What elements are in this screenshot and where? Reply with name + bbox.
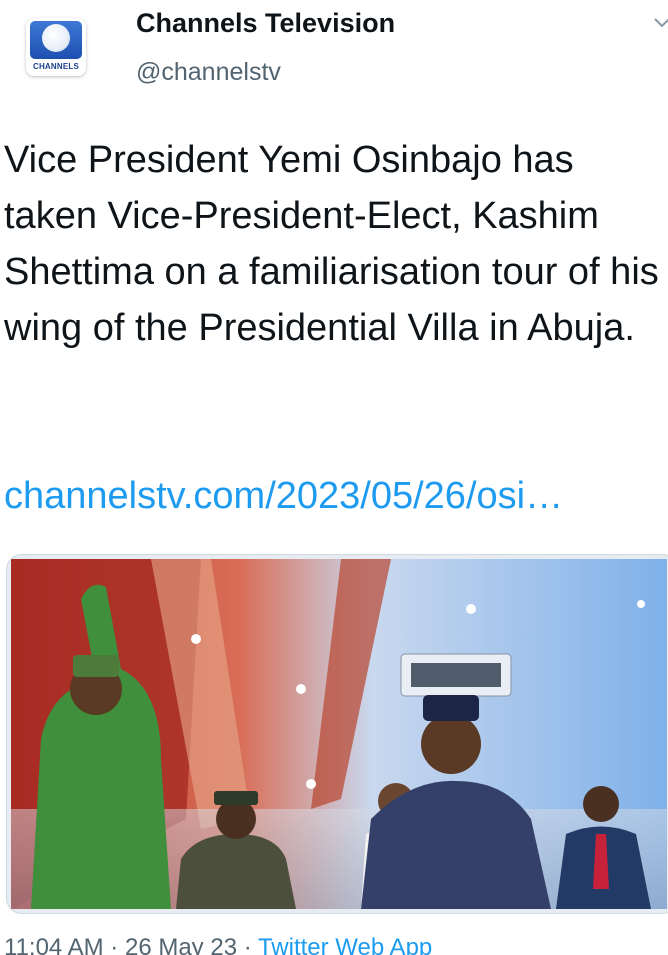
tweet-time[interactable]: 11:04 AM <box>4 934 104 955</box>
tweet-header: CHANNELS Channels Television @channelstv <box>0 0 668 110</box>
meta-separator: · <box>110 934 119 955</box>
tweet-photo[interactable] <box>11 559 667 909</box>
tweet-text: Vice President Yemi Osinbajo has taken V… <box>4 139 659 349</box>
avatar-brand-text: CHANNELS <box>32 62 80 71</box>
display-name[interactable]: Channels Television <box>136 8 395 39</box>
tweet-meta: 11:04 AM · 26 May 23 · Twitter Web App <box>4 934 668 955</box>
meta-separator: · <box>243 934 252 955</box>
tweet-link[interactable]: channelstv.com/2023/05/26/osi… <box>4 468 668 524</box>
media-card[interactable] <box>6 554 668 914</box>
tweet-date[interactable]: 26 May 23 <box>125 934 237 955</box>
tweet-source[interactable]: Twitter Web App <box>258 934 432 955</box>
globe-icon <box>42 24 70 52</box>
user-handle[interactable]: @channelstv <box>136 58 281 87</box>
chevron-down-icon[interactable] <box>652 12 668 36</box>
avatar[interactable]: CHANNELS <box>26 18 86 76</box>
